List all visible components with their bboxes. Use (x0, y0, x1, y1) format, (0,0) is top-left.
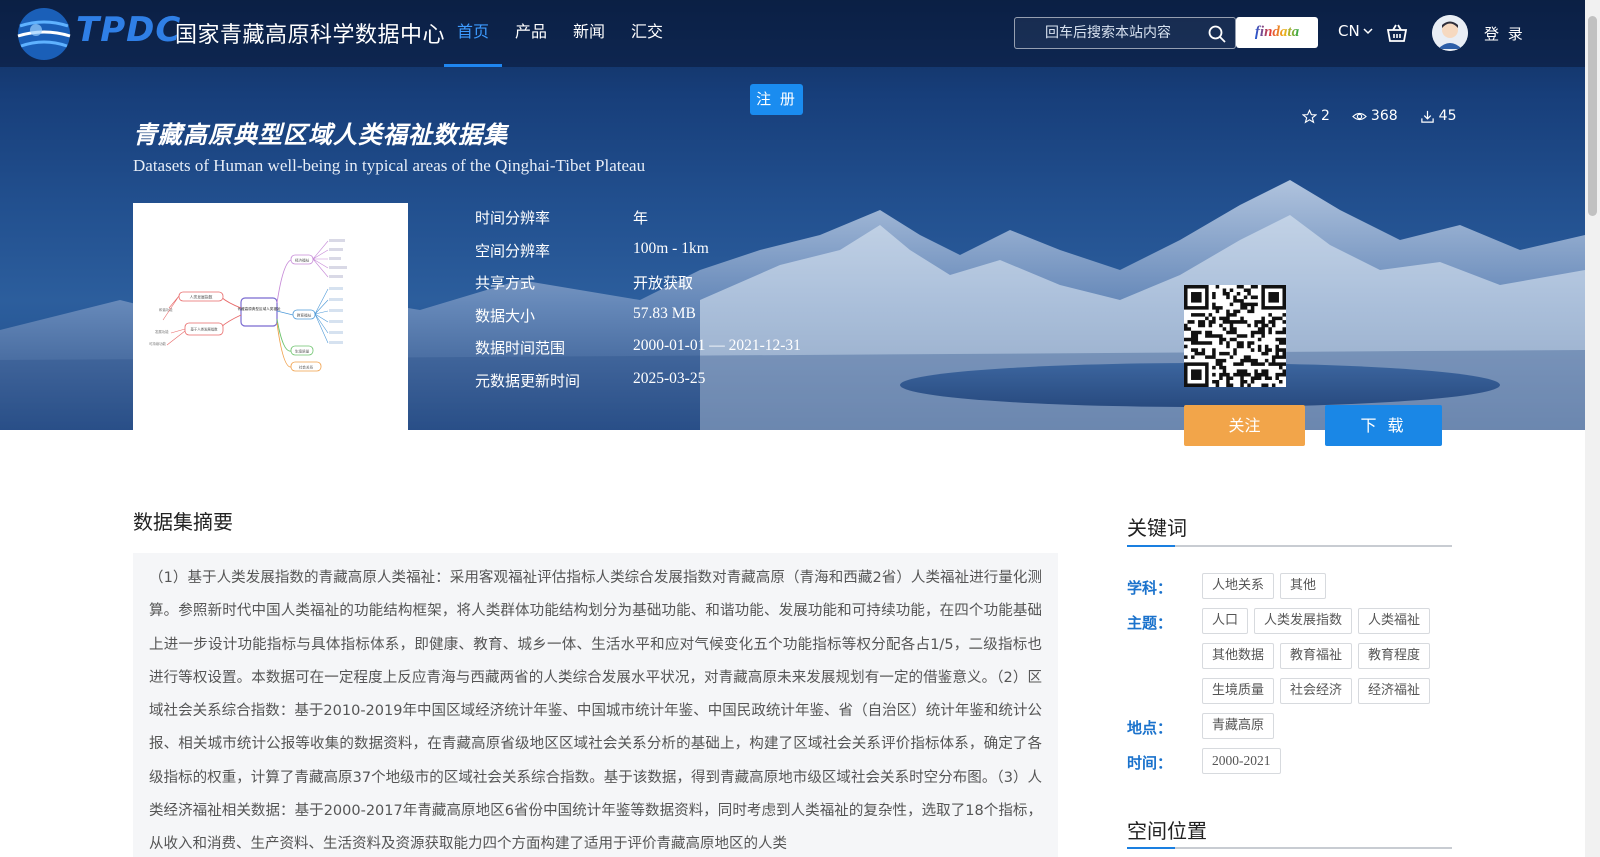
qr-code (1184, 285, 1286, 387)
mind-map-left-node-2: 基于人类发展指数 (190, 327, 218, 332)
meta-value: 100m - 1km (633, 239, 709, 257)
register-button[interactable]: 注 册 (750, 84, 803, 115)
mind-map-right-node-3: 生境质量 (295, 349, 310, 354)
keyword-group-time: 时间： 2000-2021 (1127, 748, 1462, 774)
meta-label: 元数据更新时间 (475, 371, 581, 390)
login-link[interactable]: 登 录 (1484, 23, 1525, 44)
meta-label: 数据大小 (475, 306, 536, 325)
findata-button[interactable]: findata (1236, 17, 1318, 48)
keyword-tag[interactable]: 人地关系 (1202, 573, 1275, 599)
meta-value: 2025-03-25 (633, 369, 706, 387)
avatar[interactable] (1432, 15, 1468, 51)
page: TPDC 国家青藏高原科学数据中心 首页 产品 新闻 汇交 findata CN (0, 0, 1600, 857)
keywords-divider (1127, 545, 1452, 547)
keyword-group-label: 学科： (1127, 579, 1173, 597)
mind-map-right-node-1: 经济福祉 (295, 258, 310, 263)
mind-map-left-node-5: 可持续功能 (149, 341, 167, 346)
favorites-count: 2 (1321, 108, 1330, 124)
keyword-group-label: 主题： (1127, 614, 1173, 632)
nav-products[interactable]: 产品 (502, 0, 560, 67)
views-count: 368 (1370, 108, 1398, 124)
mind-map-right-node-2: 教育福祉 (297, 313, 312, 318)
top-header: TPDC 国家青藏高原科学数据中心 首页 产品 新闻 汇交 findata CN (0, 0, 1585, 67)
follow-button[interactable]: 关注 (1184, 405, 1305, 446)
page-scrollbar[interactable] (1585, 0, 1600, 857)
mind-map-center: 青藏高原典型区域人类福祉 (237, 306, 281, 311)
abstract-heading: 数据集摘要 (133, 510, 233, 534)
keyword-group-label: 时间： (1127, 754, 1173, 772)
spatial-divider (1127, 847, 1452, 849)
dataset-title-en: Datasets of Human well-being in typical … (133, 156, 646, 175)
mind-map-right-node-4: 社会关系 (299, 365, 314, 370)
user-avatar-icon (1432, 15, 1468, 51)
nav-submit[interactable]: 汇交 (618, 0, 676, 67)
views-stat: 368 (1352, 108, 1398, 124)
chevron-down-icon (1363, 28, 1373, 35)
keyword-group-place: 地点： 青藏高原 (1127, 713, 1462, 739)
keyword-tag[interactable]: 青藏高原 (1202, 713, 1275, 739)
search-box (1014, 17, 1236, 49)
keyword-group-label: 地点： (1127, 719, 1173, 737)
keyword-tags: 人地关系 其他 (1202, 573, 1462, 599)
download-button[interactable]: 下 载 (1325, 405, 1442, 446)
downloads-count: 45 (1438, 108, 1457, 124)
keyword-tag[interactable]: 经济福祉 (1358, 678, 1431, 704)
main-nav: 首页 产品 新闻 汇交 (444, 0, 676, 67)
meta-label: 数据时间范围 (475, 339, 566, 357)
keyword-tag[interactable]: 生境质量 (1202, 678, 1275, 704)
meta-value: 年 (633, 209, 649, 227)
dataset-stats: 2 368 45 (1302, 108, 1456, 124)
mind-map-left-node-4: 发展功能 (155, 329, 169, 334)
site-name[interactable]: 国家青藏高原科学数据中心 (175, 17, 445, 49)
cart-icon[interactable] (1386, 22, 1408, 44)
keyword-tag[interactable]: 教育程度 (1358, 643, 1431, 669)
meta-label: 共享方式 (475, 274, 536, 292)
keyword-group-theme: 主题： 人口 人类发展指数 人类福祉 其他数据 教育福祉 教育程度 生境质量 社… (1127, 608, 1462, 704)
downloads-stat: 45 (1420, 108, 1457, 124)
keyword-tag[interactable]: 教育福祉 (1280, 643, 1353, 669)
nav-home[interactable]: 首页 (444, 0, 503, 67)
scrollbar-thumb[interactable] (1588, 16, 1597, 216)
keyword-tag[interactable]: 社会经济 (1280, 678, 1353, 704)
meta-value: 2000-01-01 — 2021-12-31 (633, 337, 801, 354)
nav-news[interactable]: 新闻 (560, 0, 618, 67)
meta-value: 57.83 MB (633, 304, 696, 322)
keyword-tag[interactable]: 其他数据 (1202, 643, 1275, 669)
meta-value: 开放获取 (633, 274, 694, 292)
keyword-tag[interactable]: 人口 (1202, 608, 1249, 634)
search-input[interactable] (1045, 18, 1205, 48)
dataset-thumbnail[interactable]: 青藏高原典型区域人类福祉 人类发展指数 基于人类发展指数 和谐功能 发展功能 可… (133, 203, 408, 430)
keyword-tags: 人口 人类发展指数 人类福祉 其他数据 教育福祉 教育程度 生境质量 社会经济 … (1202, 608, 1462, 704)
keyword-tag[interactable]: 其他 (1280, 573, 1327, 599)
keyword-tags: 青藏高原 (1202, 713, 1462, 739)
language-label: CN (1338, 22, 1360, 40)
keyword-group-discipline: 学科： 人地关系 其他 (1127, 573, 1462, 599)
eye-icon (1352, 112, 1367, 120)
meta-label: 时间分辨率 (475, 209, 551, 227)
qr-code-icon (1184, 285, 1286, 387)
star-icon (1302, 108, 1317, 124)
mind-map-image: 青藏高原典型区域人类福祉 人类发展指数 基于人类发展指数 和谐功能 发展功能 可… (149, 239, 347, 372)
abstract-panel: （1）基于人类发展指数的青藏高原人类福祉：采用客观福祉评估指标人类综合发展指数对… (133, 553, 1058, 857)
keyword-tag[interactable]: 人类发展指数 (1254, 608, 1353, 634)
favorites-stat[interactable]: 2 (1302, 108, 1330, 124)
spatial-heading: 空间位置 (1127, 819, 1207, 843)
download-icon (1420, 110, 1434, 123)
logo-abbreviation[interactable]: TPDC (76, 10, 181, 50)
meta-label: 空间分辨率 (475, 241, 551, 260)
keyword-tags: 2000-2021 (1202, 748, 1462, 774)
search-icon[interactable] (1207, 24, 1227, 44)
mind-map-left-node-1: 人类发展指数 (190, 295, 213, 300)
keyword-tag[interactable]: 2000-2021 (1202, 748, 1281, 774)
abstract-text: （1）基于人类发展指数的青藏高原人类福祉：采用客观福祉评估指标人类综合发展指数对… (149, 570, 1042, 853)
keyword-tag[interactable]: 人类福祉 (1358, 608, 1431, 634)
language-selector[interactable]: CN (1338, 22, 1374, 40)
findata-label: findata (1254, 24, 1300, 40)
dataset-title-cn: 青藏高原典型区域人类福祉数据集 (133, 121, 508, 149)
keywords-heading: 关键词 (1127, 516, 1187, 540)
globe-logo-icon (17, 8, 71, 60)
